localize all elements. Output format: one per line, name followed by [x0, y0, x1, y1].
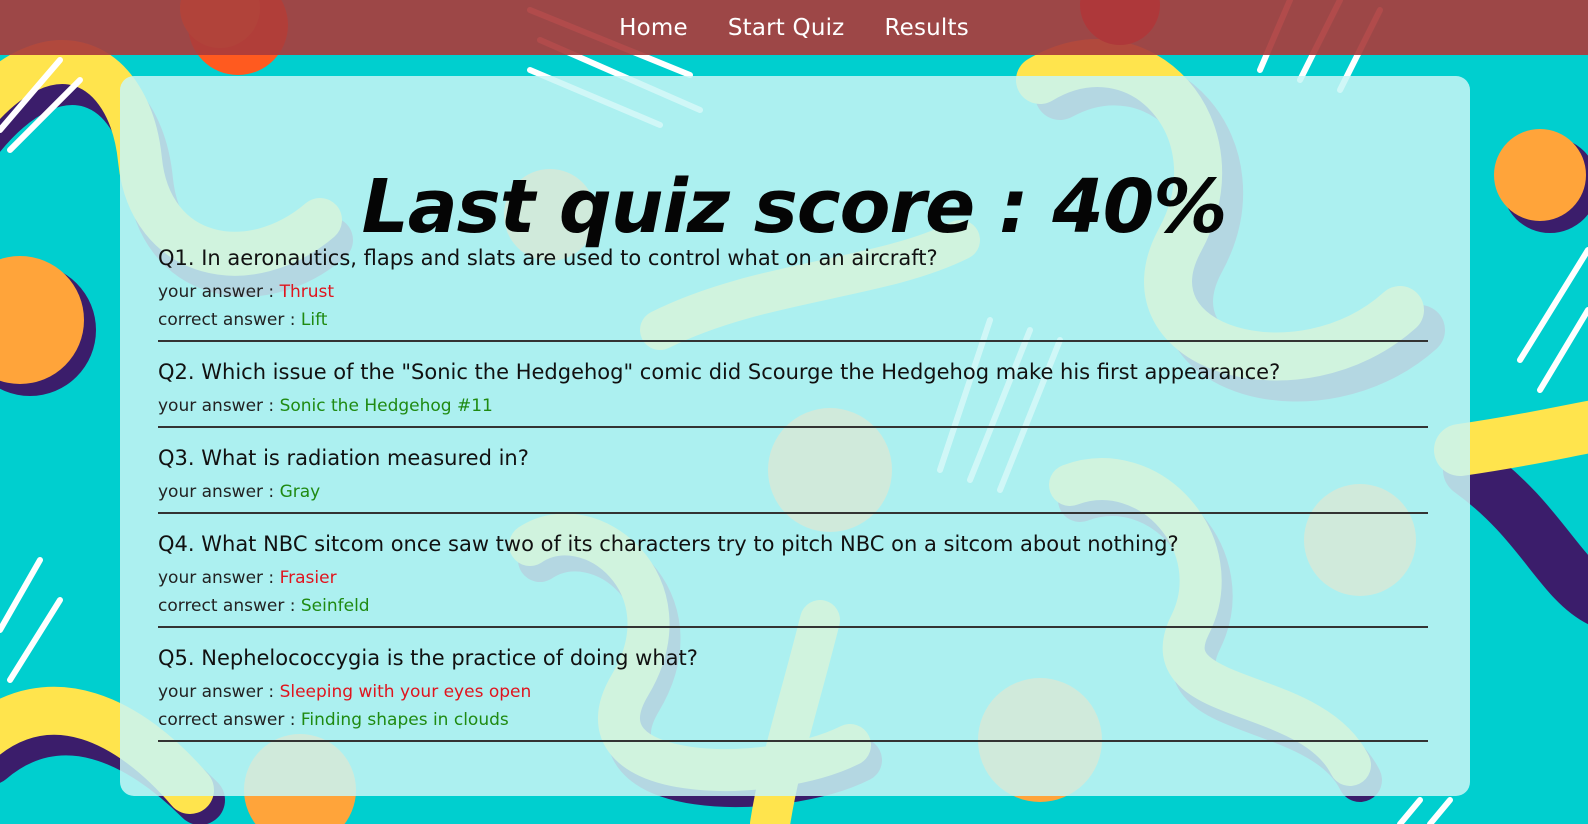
correct-answer-value: Finding shapes in clouds — [300, 710, 509, 730]
your-answer-label: your answer : — [158, 282, 280, 302]
question-item: Q3. What is radiation measured in? your … — [158, 438, 1428, 514]
correct-answer-value: Seinfeld — [300, 596, 370, 616]
question-item: Q5. Nephelococcygia is the practice of d… — [158, 638, 1428, 742]
question-item: Q2. Which issue of the "Sonic the Hedgeh… — [158, 352, 1428, 428]
question-item: Q1. In aeronautics, flaps and slats are … — [158, 238, 1428, 342]
correct-answer-line: correct answer : Seinfeld — [158, 592, 1428, 620]
page: Home Start Quiz Results Last quiz score … — [0, 0, 1588, 824]
correct-answer-line: correct answer : Finding shapes in cloud… — [158, 706, 1428, 734]
your-answer-value: Frasier — [279, 568, 337, 588]
your-answer-value: Thrust — [279, 282, 335, 302]
nav-home-link[interactable]: Home — [619, 11, 688, 45]
your-answer-value: Sonic the Hedgehog #11 — [279, 396, 493, 416]
question-text: Q2. Which issue of the "Sonic the Hedgeh… — [158, 360, 1281, 384]
correct-answer-label: correct answer : — [158, 710, 301, 730]
correct-answer-label: correct answer : — [158, 310, 301, 330]
your-answer-value: Gray — [279, 482, 321, 502]
your-answer-label: your answer : — [158, 682, 280, 702]
nav-start-quiz-link[interactable]: Start Quiz — [728, 11, 845, 45]
question-text: Q5. Nephelococcygia is the practice of d… — [158, 646, 698, 670]
question-text: Q3. What is radiation measured in? — [158, 446, 529, 470]
score-title: Last quiz score : 40% — [361, 163, 1228, 250]
question-item: Q4. What NBC sitcom once saw two of its … — [158, 524, 1428, 628]
top-navbar: Home Start Quiz Results — [0, 0, 1588, 55]
your-answer-label: your answer : — [158, 396, 280, 416]
correct-answer-line: correct answer : Lift — [158, 306, 1428, 334]
your-answer-label: your answer : — [158, 568, 280, 588]
nav-results-link[interactable]: Results — [884, 11, 968, 45]
question-text: Q1. In aeronautics, flaps and slats are … — [158, 246, 938, 270]
question-list: Q1. In aeronautics, flaps and slats are … — [158, 238, 1428, 752]
your-answer-label: your answer : — [158, 482, 280, 502]
your-answer-line: your answer : Gray — [158, 478, 1428, 506]
your-answer-line: your answer : Sleeping with your eyes op… — [158, 678, 1428, 706]
your-answer-line: your answer : Thrust — [158, 278, 1428, 306]
your-answer-line: your answer : Sonic the Hedgehog #11 — [158, 392, 1428, 420]
correct-answer-value: Lift — [300, 310, 328, 330]
your-answer-value: Sleeping with your eyes open — [279, 682, 532, 702]
question-text: Q4. What NBC sitcom once saw two of its … — [158, 532, 1179, 556]
your-answer-line: your answer : Frasier — [158, 564, 1428, 592]
correct-answer-label: correct answer : — [158, 596, 301, 616]
